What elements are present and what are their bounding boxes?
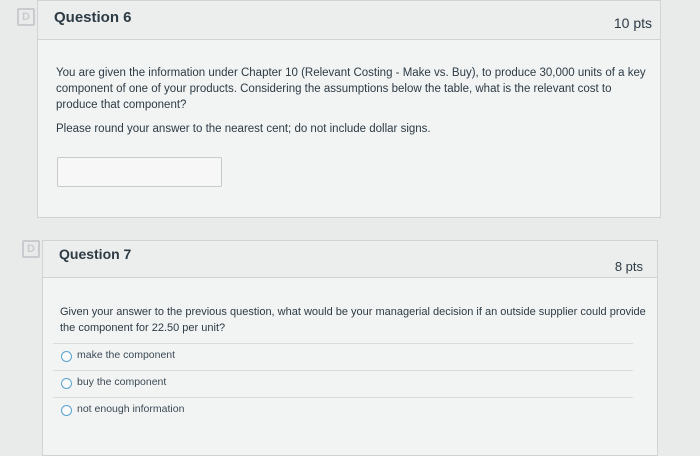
option-not-enough-info[interactable]: not enough information: [53, 397, 633, 424]
question-6-points: 10 pts: [613, 15, 652, 31]
answer-input[interactable]: [57, 157, 222, 187]
flag-icon[interactable]: D: [22, 240, 40, 258]
question-7-points: 8 pts: [614, 259, 643, 274]
option-make-component[interactable]: make the component: [53, 343, 633, 370]
question-7-title: Question 7: [59, 246, 132, 262]
question-7-header: Question 7 8 pts: [43, 241, 657, 278]
question-6-title: Question 6: [54, 9, 132, 26]
radio-icon[interactable]: [61, 351, 72, 362]
question-6-text: You are given the information under Chap…: [56, 67, 646, 111]
radio-icon[interactable]: [61, 378, 72, 389]
option-label: not enough information: [77, 403, 185, 415]
radio-icon[interactable]: [61, 405, 72, 416]
option-buy-component[interactable]: buy the component: [53, 370, 633, 397]
question-6-instruction: Please round your answer to the nearest …: [56, 123, 431, 135]
question-6-header: Question 6 10 pts: [38, 1, 660, 40]
option-label: make the component: [77, 349, 176, 361]
question-6-card: Question 6 10 pts You are given the info…: [37, 0, 661, 218]
question-7-text: Given your answer to the previous questi…: [60, 306, 646, 334]
question-7-card: Question 7 8 pts Given your answer to th…: [42, 240, 658, 456]
option-label: buy the component: [77, 376, 167, 388]
flag-icon[interactable]: D: [17, 8, 35, 26]
